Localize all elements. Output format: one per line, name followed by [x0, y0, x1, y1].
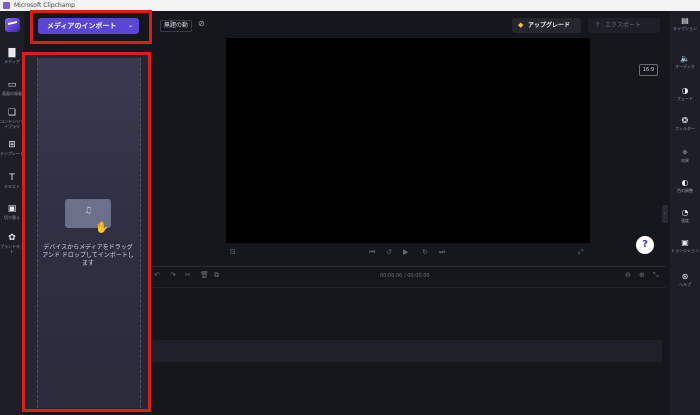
timeline-track[interactable]: [152, 340, 662, 362]
video-preview: [226, 38, 590, 243]
help-circle-icon: ⊛: [681, 272, 689, 281]
upgrade-label: アップグレード: [528, 22, 571, 29]
transition-icon: ▣: [681, 238, 689, 247]
export-button[interactable]: ↑ エクスポート: [588, 18, 660, 33]
split-icon[interactable]: ✂: [185, 271, 191, 279]
collapse-panel-handle[interactable]: ‹: [662, 205, 668, 223]
template-icon: ⊞: [8, 140, 16, 150]
rail-label: 切り替え: [4, 215, 20, 220]
brand-kit-icon: ✿: [8, 233, 16, 243]
upgrade-button[interactable]: ◆ アップグレード: [512, 18, 581, 33]
window-title: Microsoft Clipchamp: [14, 2, 75, 9]
help-button[interactable]: ?: [636, 236, 654, 254]
skip-back-icon[interactable]: ⏮: [369, 248, 375, 257]
effects-icon: ✧: [681, 148, 689, 157]
speed-icon: ◔: [681, 208, 689, 217]
rail-label: 色の調整: [677, 188, 693, 193]
rail-item-transitions[interactable]: ▣ 切り替え: [0, 204, 24, 220]
gem-icon: ◆: [518, 21, 524, 29]
fit-timeline-icon[interactable]: ⤡: [653, 271, 659, 280]
project-name-field[interactable]: 無題の動: [160, 20, 193, 32]
camera-icon: ▭: [7, 80, 17, 90]
captions-icon: ▤: [681, 16, 689, 25]
rail-label: テンプレート: [0, 151, 24, 156]
folder-icon: ▇: [8, 48, 16, 58]
rail-label: フェード: [677, 96, 693, 101]
rail-item-speed[interactable]: ◔ 速度: [670, 208, 700, 223]
transitions-icon: ▣: [7, 204, 17, 214]
zoom-in-icon[interactable]: ⊕: [639, 271, 645, 279]
rail-item-record[interactable]: ▭ 画面の録画: [0, 80, 24, 96]
rail-label: ヘルプ: [679, 282, 691, 287]
rail-item-media[interactable]: ▇ メディア: [0, 48, 24, 64]
play-icon[interactable]: ▶: [403, 248, 408, 256]
rail-label: メディア: [4, 59, 20, 64]
rail-item-transition[interactable]: ▣ トランジション: [670, 238, 700, 253]
rail-item-fade[interactable]: ◑ フェード: [670, 86, 700, 101]
cloud-off-icon[interactable]: ⊘: [198, 19, 205, 28]
filter-icon: ❂: [681, 116, 689, 125]
rail-item-captions[interactable]: ▤ キャプション: [670, 16, 700, 31]
skip-forward-icon[interactable]: ⏭: [439, 248, 445, 257]
delete-icon[interactable]: 🗑: [200, 271, 209, 279]
rail-item-color-adjust[interactable]: ◐ 色の調整: [670, 178, 700, 193]
rail-label: ブランドキット: [0, 244, 24, 254]
zoom-out-icon[interactable]: ⊖: [625, 271, 631, 279]
timeline-separator: [152, 266, 666, 267]
rail-label: オーディオ: [675, 64, 695, 69]
rail-item-filter[interactable]: ❂ フィルター: [670, 116, 700, 131]
text-icon: T: [9, 173, 15, 183]
rail-label: 効果: [681, 158, 689, 163]
rail-item-templates[interactable]: ⊞ テンプレート: [0, 140, 24, 156]
rail-label: キャプション: [673, 26, 697, 31]
library-icon: ❏: [7, 108, 17, 118]
timecode: 00:00.00 / 00:00.00: [380, 273, 430, 279]
rail-label: 画面の録画: [2, 91, 22, 96]
forward-icon[interactable]: ↻: [422, 248, 428, 256]
rail-item-brand-kit[interactable]: ✿ ブランドキット: [0, 233, 24, 254]
highlight-box-media-panel: [22, 52, 151, 412]
rail-item-text[interactable]: T テキスト: [0, 173, 24, 189]
highlight-box-import: [30, 10, 152, 44]
upload-arrow-icon: ↑: [595, 21, 601, 29]
rail-label: フィルター: [675, 126, 695, 131]
color-adjust-icon: ◐: [681, 178, 689, 187]
redo-icon[interactable]: ↷: [170, 271, 176, 279]
rail-item-library[interactable]: ❏ コンテンツライブラリ: [0, 108, 24, 129]
playback-controls: ⊟ ⏮ ↺ ▶ ↻ ⏭ ⤢: [226, 248, 590, 260]
fade-icon: ◑: [681, 86, 689, 95]
export-label: エクスポート: [605, 22, 641, 29]
timeline-ruler: [152, 287, 666, 288]
fullscreen-icon[interactable]: ⤢: [578, 248, 584, 257]
rail-label: テキスト: [4, 184, 20, 189]
aspect-ratio-button[interactable]: 16:9: [639, 64, 658, 76]
rail-item-audio[interactable]: 🔈 オーディオ: [670, 54, 700, 69]
rail-item-effects[interactable]: ✧ 効果: [670, 148, 700, 163]
app-window: Microsoft Clipchamp ▇ メディア ▭ 画面の録画 ❏ コンテ…: [0, 0, 700, 415]
clipchamp-logo-icon: [5, 18, 20, 32]
rail-label: トランジション: [671, 248, 699, 253]
rail-item-help[interactable]: ⊛ ヘルプ: [670, 272, 700, 287]
duplicate-icon[interactable]: ⧉: [214, 271, 219, 280]
rail-label: コンテンツライブラリ: [0, 119, 24, 129]
app-icon: [3, 2, 10, 9]
audio-icon: 🔈: [680, 54, 690, 63]
rewind-icon[interactable]: ↺: [386, 248, 392, 256]
split-screen-icon[interactable]: ⊟: [230, 248, 236, 256]
undo-icon[interactable]: ↶: [154, 271, 160, 279]
rail-label: 速度: [681, 218, 689, 223]
